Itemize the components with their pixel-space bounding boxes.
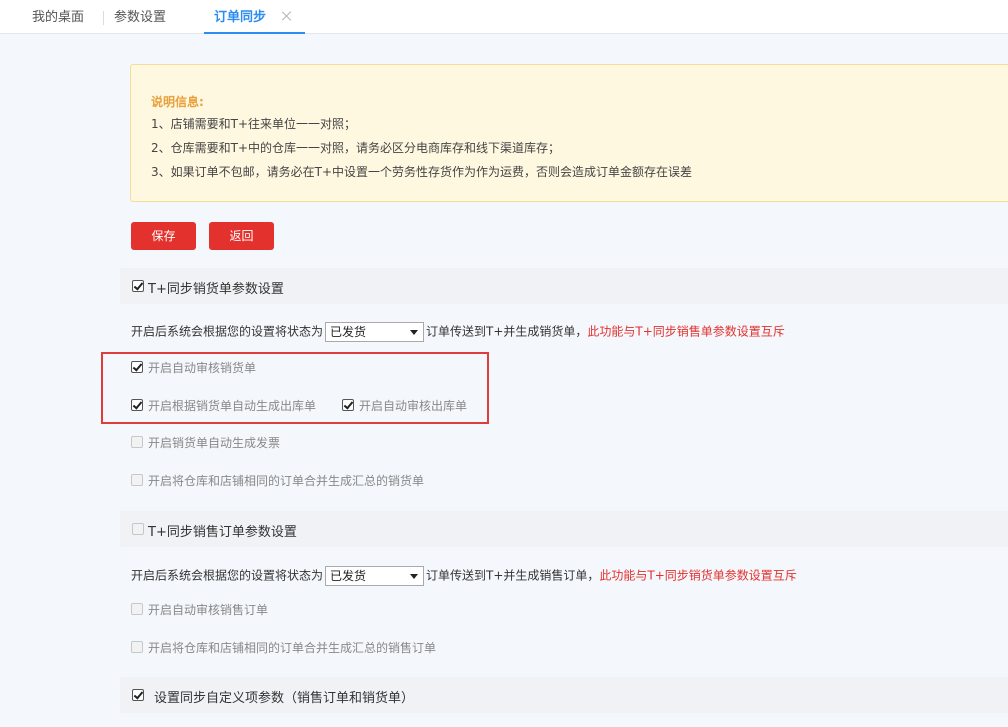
status-select-value: 已发货 — [330, 569, 367, 583]
section-sales-invoice-header: T+同步销货单参数设置 — [120, 268, 1008, 304]
status-suffix-text: 订单传送到T+并生成销售订单， — [426, 568, 600, 583]
sales-order-status-row: 开启后系统会根据您的设置将状态为 已发货 订单传送到T+并生成销售订单，此功能与T+… — [131, 566, 797, 586]
status-select[interactable]: 已发货 — [325, 322, 425, 342]
option-checkbox[interactable] — [131, 436, 143, 448]
notice-line: 1、店铺需要和T+往来单位一一对照； — [151, 117, 357, 131]
back-button[interactable]: 返回 — [209, 222, 274, 250]
status-prefix-text: 开启后系统会根据您的设置将状态为 — [131, 324, 324, 339]
section-title: T+同步销售订单参数设置 — [148, 525, 297, 540]
mutual-exclusion-warning: 此功能与T+同步销售单参数设置互斥 — [587, 324, 785, 339]
close-icon[interactable] — [281, 10, 293, 22]
sales-invoice-status-row: 开启后系统会根据您的设置将状态为 已发货 订单传送到T+并生成销货单，此功能与T+同… — [131, 322, 785, 342]
tab-bar: 我的桌面 参数设置 订单同步 — [0, 0, 1008, 34]
highlight-annotation-box — [101, 352, 489, 424]
sales-order-enable-checkbox[interactable] — [132, 523, 144, 535]
option-label: 开启将仓库和店铺相同的订单合并生成汇总的销货单 — [148, 474, 425, 488]
option-checkbox[interactable] — [131, 603, 143, 615]
tab-my-desktop[interactable]: 我的桌面 — [32, 0, 84, 34]
section-title: T+同步销货单参数设置 — [148, 282, 284, 297]
status-select[interactable]: 已发货 — [325, 566, 425, 586]
section-custom-fields-header: 设置同步自定义项参数（销售订单和销货单） — [120, 677, 1008, 713]
sales-invoice-enable-checkbox[interactable] — [132, 280, 144, 292]
tab-divider — [103, 11, 104, 25]
status-suffix-text: 订单传送到T+并生成销货单， — [426, 324, 588, 339]
notice-title: 说明信息: — [151, 95, 204, 109]
info-notice: 说明信息: 1、店铺需要和T+往来单位一一对照； 2、仓库需要和T+中的仓库一一… — [130, 64, 1008, 202]
option-label: 开启将仓库和店铺相同的订单合并生成汇总的销售订单 — [148, 641, 437, 655]
option-checkbox[interactable] — [131, 474, 143, 486]
tab-parameter-settings[interactable]: 参数设置 — [114, 0, 166, 34]
status-prefix-text: 开启后系统会根据您的设置将状态为 — [131, 568, 324, 583]
section-title: 设置同步自定义项参数（销售订单和销货单） — [154, 691, 415, 706]
notice-line: 3、如果订单不包邮，请务必在T+中设置一个劳务性存货作为作为运费，否则会造成订单… — [151, 165, 693, 179]
custom-fields-enable-checkbox[interactable] — [132, 689, 144, 701]
chevron-down-icon — [410, 330, 419, 335]
section-sales-order-header: T+同步销售订单参数设置 — [120, 511, 1008, 547]
status-select-value: 已发货 — [330, 325, 367, 339]
chevron-down-icon — [410, 574, 419, 579]
mutual-exclusion-warning: 此功能与T+同步销货单参数设置互斥 — [599, 568, 797, 583]
option-checkbox[interactable] — [131, 641, 143, 653]
notice-line: 2、仓库需要和T+中的仓库一一对照，请务必区分电商库存和线下渠道库存； — [151, 141, 561, 155]
save-button[interactable]: 保存 — [131, 222, 196, 250]
tab-order-sync-label: 订单同步 — [214, 10, 267, 25]
option-label: 开启销货单自动生成发票 — [148, 436, 281, 450]
option-label: 开启自动审核销售订单 — [148, 603, 269, 617]
